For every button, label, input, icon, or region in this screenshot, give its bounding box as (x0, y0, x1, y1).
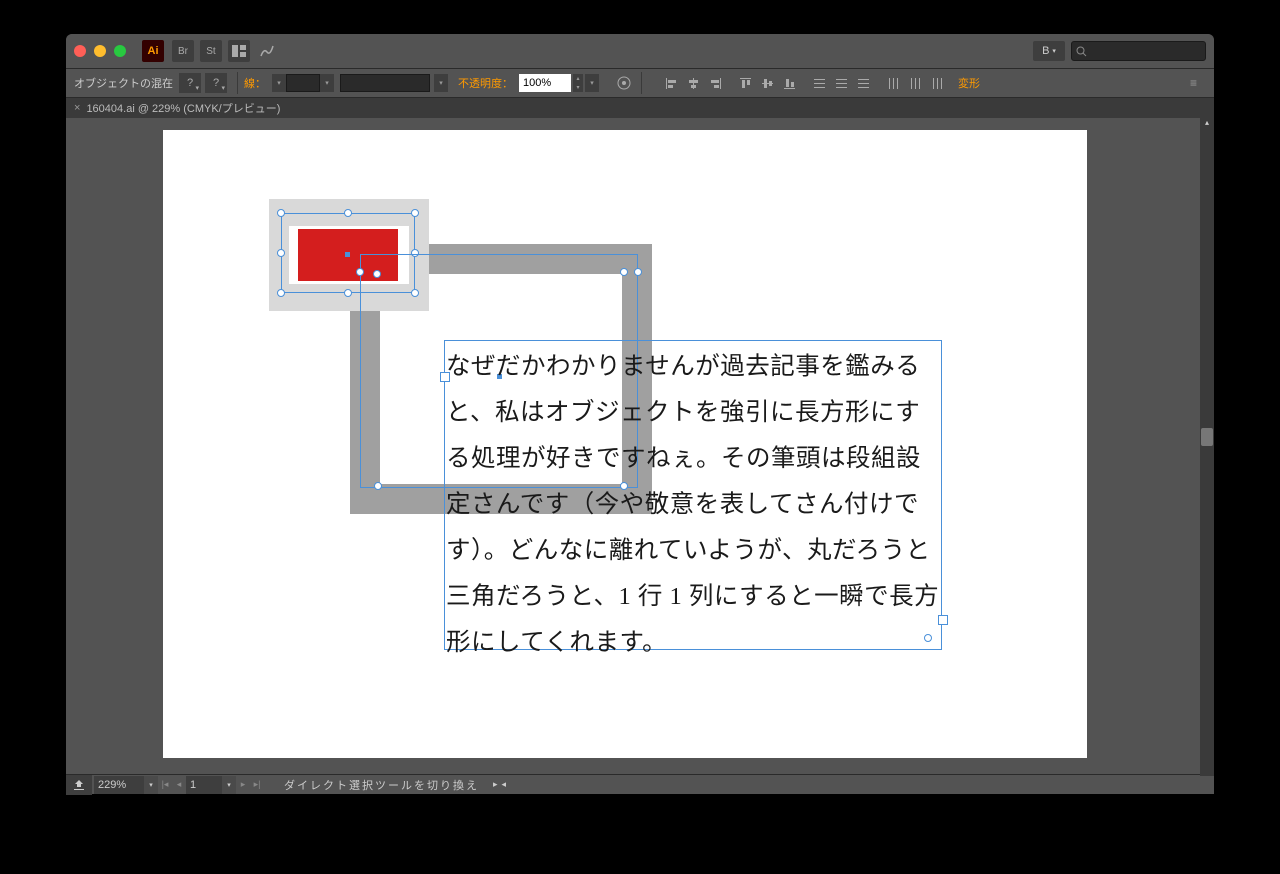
search-icon (1076, 46, 1087, 57)
help-dropdown-2[interactable]: ? (205, 73, 227, 93)
share-icon[interactable] (66, 775, 92, 795)
text-content[interactable]: なぜだかわかりませんが過去記事を鑑みると、私はオブジェクトを強引に長方形にする処… (446, 344, 942, 666)
selection-handle[interactable] (356, 268, 364, 276)
selection-handle[interactable] (344, 209, 352, 217)
selection-handle[interactable] (277, 249, 285, 257)
distribute-bottom-icon[interactable] (854, 74, 872, 92)
selection-handle[interactable] (411, 209, 419, 217)
stroke-label: 線： (244, 75, 266, 91)
selection-handle[interactable] (277, 289, 285, 297)
distribute-top-icon[interactable] (810, 74, 828, 92)
app-window: Ai Br St B ▾ オブジェクトの混在 ? ? 線： ▾ ▾ ▾ 不透明度… (66, 34, 1214, 794)
opacity-label: 不透明度： (458, 75, 513, 91)
selection-handle[interactable] (344, 289, 352, 297)
close-button[interactable] (74, 45, 86, 57)
document-tab-title[interactable]: 160404.ai @ 229% (CMYK/プレビュー) (86, 100, 280, 116)
gpu-icon[interactable] (256, 40, 278, 62)
bridge-icon[interactable]: Br (172, 40, 194, 62)
zoom-field[interactable]: 229% (94, 776, 144, 794)
scrollbar-thumb-v[interactable] (1201, 428, 1213, 446)
selection-center (345, 252, 350, 257)
align-top-icon[interactable] (736, 74, 754, 92)
prev-artboard-icon[interactable]: ◂ (172, 776, 186, 794)
next-artboard-icon[interactable]: ▸ (236, 776, 250, 794)
status-play-icon[interactable]: ▸ (493, 779, 498, 790)
selection-handle[interactable] (277, 209, 285, 217)
maximize-button[interactable] (114, 45, 126, 57)
recolor-icon[interactable] (615, 74, 633, 92)
scroll-left-icon[interactable]: ◂ (502, 779, 507, 790)
status-bar: 229% ▾ |◂ ◂ 1 ▾ ▸ ▸| ダイレクト選択ツールを切り換え ▸ ◂ (66, 774, 1200, 794)
control-bar: オブジェクトの混在 ? ? 線： ▾ ▾ ▾ 不透明度： 100% ▴▾ ▾ (66, 68, 1214, 98)
align-center-h-icon[interactable] (684, 74, 702, 92)
stock-icon[interactable]: St (200, 40, 222, 62)
distribute-center-v-icon[interactable] (832, 74, 850, 92)
distribute-left-icon[interactable] (884, 74, 902, 92)
opacity-menu[interactable]: ▾ (585, 74, 599, 92)
document-tab-bar: × 160404.ai @ 229% (CMYK/プレビュー) (66, 98, 1214, 118)
panel-menu-icon[interactable]: ≡ (1190, 76, 1206, 90)
stroke-profile-menu[interactable]: ▾ (434, 74, 448, 92)
scrollbar-vertical[interactable]: ▴ (1200, 118, 1214, 776)
arrange-docs-icon[interactable] (228, 40, 250, 62)
scroll-up-icon[interactable]: ▴ (1200, 118, 1214, 130)
selection-handle[interactable] (634, 268, 642, 276)
app-icon: Ai (142, 40, 164, 62)
stroke-profile-field[interactable] (340, 74, 430, 92)
tab-close-button[interactable]: × (74, 102, 80, 114)
opacity-field[interactable]: 100% (519, 74, 571, 92)
artboard-field[interactable]: 1 (186, 776, 222, 794)
stroke-weight-field[interactable] (286, 74, 320, 92)
stroke-weight-menu[interactable]: ▾ (320, 74, 334, 92)
tool-status-text: ダイレクト選択ツールを切り換え (284, 777, 479, 793)
align-left-icon[interactable] (662, 74, 680, 92)
workspace[interactable]: なぜだかわかりませんが過去記事を鑑みると、私はオブジェクトを強引に長方形にする処… (66, 118, 1214, 794)
align-right-icon[interactable] (706, 74, 724, 92)
last-artboard-icon[interactable]: ▸| (250, 776, 264, 794)
distribute-center-h-icon[interactable] (906, 74, 924, 92)
stroke-weight-dropdown[interactable]: ▾ (272, 74, 286, 92)
distribute-right-icon[interactable] (928, 74, 946, 92)
transform-label[interactable]: 変形 (958, 75, 980, 91)
search-input[interactable] (1071, 41, 1206, 61)
help-dropdown-1[interactable]: ? (179, 73, 201, 93)
window-controls (74, 45, 126, 57)
selection-type-label: オブジェクトの混在 (74, 75, 173, 91)
selection-handle[interactable] (374, 482, 382, 490)
minimize-button[interactable] (94, 45, 106, 57)
workspace-switcher[interactable]: B ▾ (1033, 41, 1065, 61)
align-bottom-icon[interactable] (780, 74, 798, 92)
titlebar: Ai Br St B ▾ (66, 34, 1214, 68)
align-center-v-icon[interactable] (758, 74, 776, 92)
zoom-menu[interactable]: ▾ (144, 776, 158, 794)
first-artboard-icon[interactable]: |◂ (158, 776, 172, 794)
selection-handle[interactable] (620, 268, 628, 276)
artboard-menu[interactable]: ▾ (222, 776, 236, 794)
